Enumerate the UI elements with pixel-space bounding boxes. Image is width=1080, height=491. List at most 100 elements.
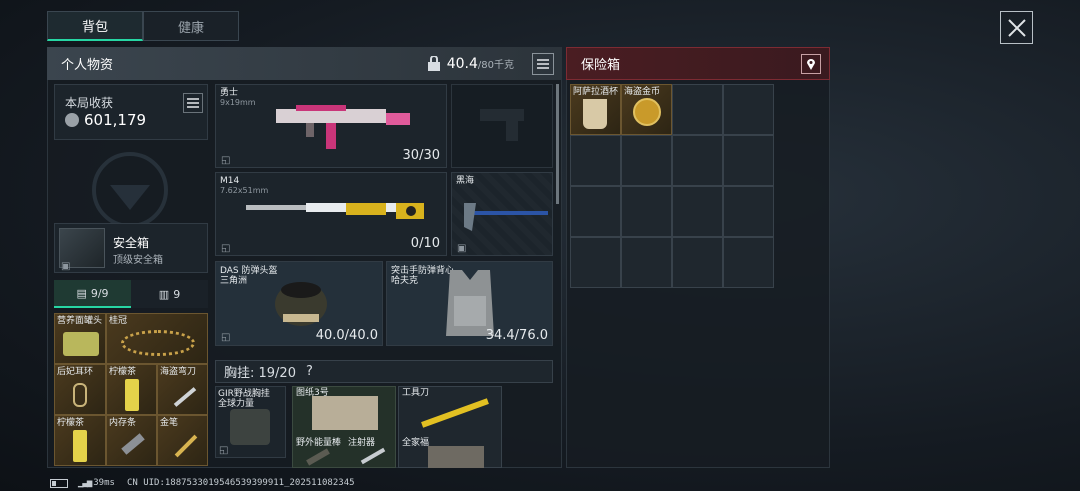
item-name: 工具刀: [402, 388, 430, 398]
item-name: 后妃耳环: [57, 367, 94, 377]
empty-cell[interactable]: [723, 135, 774, 186]
chest-rig-label: 胸挂: 19/20: [224, 366, 296, 381]
armor-sub: 三角洲: [220, 276, 248, 286]
weight-max: /80千克: [477, 60, 514, 71]
empty-cell[interactable]: [621, 135, 672, 186]
pouch-item[interactable]: 海盗弯刀: [157, 364, 208, 415]
personal-title: 个人物资: [61, 58, 114, 73]
blade-icon: [173, 387, 197, 407]
melee-slot[interactable]: 黑海 ▣: [451, 172, 553, 256]
weapon-name: 勇士: [220, 88, 239, 98]
pouch-item[interactable]: 营养面罐头: [54, 313, 106, 364]
lock-icon: ▣: [61, 261, 71, 272]
list-icon: [537, 58, 549, 69]
pouch-item[interactable]: 后妃耳环: [54, 364, 106, 415]
photo-icon: [428, 446, 484, 468]
empty-cell[interactable]: [570, 237, 621, 288]
pouch-item[interactable]: 柠檬茶: [54, 415, 106, 466]
chest-rig-header: 胸挂: 19/20 ?: [215, 360, 553, 383]
help-icon[interactable]: ?: [306, 364, 313, 379]
helmet-icon: [275, 282, 327, 326]
tab-health[interactable]: 健康: [143, 11, 239, 41]
weight-value: 40.4: [446, 55, 478, 72]
clipboard-icon: ▥: [158, 287, 170, 301]
item-name: 营养面罐头: [57, 316, 103, 326]
rig-item[interactable]: 注射器: [344, 436, 396, 468]
safebox-title: 安全箱: [113, 236, 150, 250]
armor-sub: 哈夫克: [391, 276, 419, 286]
armor-durability: 34.4/76.0: [485, 328, 548, 343]
item-name: GIR野战胸挂: [218, 389, 270, 399]
empty-cell[interactable]: [723, 84, 774, 135]
secure-item[interactable]: 海盗金币: [621, 84, 672, 135]
top-tabs: 背包 健康: [47, 11, 239, 41]
armor-name: DAS 防弹头盔: [220, 266, 278, 276]
rig-item[interactable]: 图纸3号: [292, 386, 396, 436]
rig-item[interactable]: 全家福: [398, 436, 502, 468]
pouch-tab-other[interactable]: ▥ 9: [131, 280, 208, 308]
drink-can-icon: [73, 430, 87, 462]
signal-icon: ▁▃▅: [78, 478, 92, 488]
weapon-ammo: 0/10: [410, 236, 440, 251]
uid-text: CN UID:1887533019546539399911_2025110823…: [126, 478, 355, 488]
ping-value: 39ms: [93, 478, 115, 488]
weapon-ammo: 30/30: [402, 148, 440, 163]
weight-display: 40.4 /80千克: [427, 55, 514, 72]
empty-cell[interactable]: [672, 237, 723, 288]
empty-cell[interactable]: [672, 186, 723, 237]
armor-durability: 40.0/40.0: [315, 328, 378, 343]
gold-coin-icon: [633, 98, 661, 126]
pouch-tab-items-label: 9/9: [90, 286, 109, 300]
earnings-label: 本局收获: [65, 96, 114, 110]
locate-button[interactable]: [801, 53, 821, 74]
can-icon: [63, 332, 99, 356]
personal-header: 个人物资 40.4 /80千克: [47, 47, 562, 80]
item-name: 柠檬茶: [57, 418, 85, 428]
weapon-slot-primary[interactable]: 勇士 9x19mm ◱ 30/30: [215, 84, 447, 168]
item-name: 柠檬茶: [109, 367, 137, 377]
weapon-name: M14: [220, 176, 240, 186]
pouch-tab-items[interactable]: ▤ 9/9: [54, 280, 131, 308]
empty-cell[interactable]: [723, 186, 774, 237]
item-name: 注射器: [348, 438, 376, 448]
empty-cell[interactable]: [570, 135, 621, 186]
pouch-item[interactable]: 金笔: [157, 415, 208, 466]
safebox-slot[interactable]: 安全箱 顶级安全箱 ▣: [54, 223, 208, 273]
status-bar: ▁▃▅ 39ms CN UID:1887533019546539399911_2…: [50, 478, 355, 488]
empty-cell[interactable]: [672, 135, 723, 186]
helmet-slot[interactable]: DAS 防弹头盔 三角洲 ◱ 40.0/40.0: [215, 261, 383, 346]
empty-cell[interactable]: [621, 237, 672, 288]
weapon-caliber: 9x19mm: [220, 98, 256, 107]
knife-icon: [421, 398, 489, 428]
battery-icon: [50, 478, 68, 488]
pouch-item[interactable]: 内存条: [106, 415, 157, 466]
personal-list-button[interactable]: [532, 52, 554, 75]
tab-backpack[interactable]: 背包: [47, 11, 143, 41]
vest-slot[interactable]: 突击手防弹背心 哈夫克 34.4/76.0: [386, 261, 553, 346]
rig-item[interactable]: GIR野战胸挂 全球力量 ◱: [215, 386, 286, 458]
pistol-slot[interactable]: [451, 84, 553, 168]
location-pin-icon: [807, 58, 815, 70]
weapon-slot-secondary[interactable]: M14 7.62x51mm ◱ 0/10: [215, 172, 447, 256]
close-button[interactable]: [1000, 11, 1033, 44]
empty-cell[interactable]: [621, 186, 672, 237]
syringe-icon: [360, 447, 386, 465]
memory-stick-icon: [121, 433, 145, 455]
inventory-scrollbar[interactable]: [556, 84, 559, 204]
pouch-item[interactable]: 桂冠: [106, 313, 208, 364]
secure-item[interactable]: 阿萨拉酒杯: [570, 84, 621, 135]
rig-item[interactable]: 野外能量棒: [292, 436, 344, 468]
pouch-item[interactable]: 柠檬茶: [106, 364, 157, 415]
empty-cell[interactable]: [723, 237, 774, 288]
emblem-watermark: [92, 152, 168, 225]
item-name: 海盗弯刀: [160, 367, 197, 377]
drink-can-icon: [125, 379, 139, 411]
safebox-subtitle: 顶级安全箱: [113, 255, 163, 266]
empty-cell[interactable]: [672, 84, 723, 135]
rig-item[interactable]: 工具刀: [398, 386, 502, 436]
weight-icon: [427, 55, 440, 71]
earnings-detail-button[interactable]: [183, 93, 203, 113]
empty-cell[interactable]: [570, 186, 621, 237]
swap-icon: ◱: [221, 155, 231, 166]
chest-rig-icon: [230, 409, 270, 445]
